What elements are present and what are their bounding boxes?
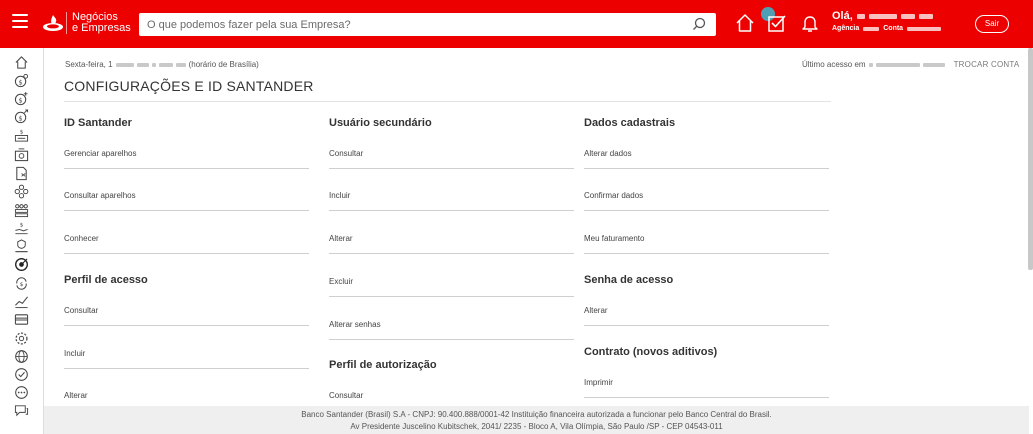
link-usuario-alterar[interactable]: Alterar [329, 234, 574, 254]
switch-account-link[interactable]: TROCAR CONTA [954, 60, 1020, 69]
brand-line-2: e Empresas [72, 22, 131, 34]
link-confirmar-dados[interactable]: Confirmar dados [584, 191, 829, 211]
timezone-label: (horário de Brasília) [188, 60, 259, 69]
date-line: Sexta-feira, 1 (horário de Brasília) [65, 60, 259, 69]
masked-name [856, 13, 865, 19]
link-usuario-incluir[interactable]: Incluir [329, 191, 574, 211]
santander-flame-icon[interactable] [42, 14, 64, 32]
cash-box-icon[interactable] [14, 147, 29, 162]
money-arrow-icon[interactable]: $ [14, 109, 29, 124]
main-content: Sexta-feira, 1 (horário de Brasília) Últ… [44, 48, 1029, 408]
masked-conta [907, 26, 942, 31]
section-title-senha-de-acesso: Senha de acesso [584, 274, 674, 286]
money-icon[interactable]: $ [14, 73, 29, 88]
footer-line-1: Banco Santander (Brasil) S.A - CNPJ: 90.… [301, 410, 772, 419]
title-divider [64, 101, 831, 102]
chat-icon[interactable] [14, 403, 29, 418]
masked-date [151, 62, 156, 67]
greeting-text: Olá, [832, 10, 853, 22]
page-scrollbar[interactable] [1028, 48, 1033, 270]
network-icon[interactable] [14, 184, 29, 199]
link-alterar-dados[interactable]: Alterar dados [584, 149, 829, 169]
link-meu-faturamento[interactable]: Meu faturamento [584, 234, 829, 254]
home-icon[interactable] [734, 12, 756, 34]
masked-date [115, 62, 134, 67]
masked-last-access [875, 62, 920, 67]
section-title-perfil-de-autorizacao: Perfil de autorização [329, 359, 437, 371]
sidebar: $ $ $ $ $ $ [0, 48, 44, 434]
hand-shield-icon[interactable] [14, 239, 29, 254]
search-box [139, 13, 716, 36]
brand-text: Negócios e Empresas [72, 12, 131, 34]
conta-label: Conta [883, 25, 904, 32]
document-icon[interactable] [14, 166, 29, 181]
svg-text:$: $ [18, 96, 22, 104]
section-title-perfil-de-acesso: Perfil de acesso [64, 274, 148, 286]
link-contrato-imprimir[interactable]: Imprimir [584, 378, 829, 398]
svg-text:$: $ [20, 223, 24, 229]
growth-icon[interactable] [14, 294, 29, 309]
money-plus-icon[interactable]: $ [14, 91, 29, 106]
masked-last-access [868, 62, 873, 67]
home-icon[interactable] [14, 55, 29, 70]
svg-text:$: $ [18, 78, 22, 86]
globe-icon[interactable] [14, 349, 29, 364]
svg-text:$: $ [18, 114, 22, 122]
footer: Banco Santander (Brasil) S.A - CNPJ: 90.… [44, 406, 1029, 434]
masked-agencia [863, 26, 880, 31]
settings-icon[interactable] [14, 331, 29, 346]
masked-name [918, 13, 933, 19]
date-prefix: Sexta-feira, 1 [65, 60, 113, 69]
section-title-usuario-secundario: Usuário secundário [329, 117, 432, 129]
masked-last-access [922, 62, 945, 67]
section-title-contrato: Contrato (novos aditivos) [584, 346, 718, 358]
cycle-icon[interactable]: $ [14, 276, 29, 291]
agencia-label: Agência [832, 25, 860, 32]
logout-button[interactable]: Sair [975, 15, 1009, 33]
page-title: CONFIGURAÇÕES E ID SANTANDER [64, 78, 314, 94]
check-circle-icon[interactable] [14, 367, 29, 382]
link-senha-alterar[interactable]: Alterar [584, 306, 829, 326]
section-title-id-santander: ID Santander [64, 117, 132, 129]
masked-name [900, 13, 915, 19]
top-header: Negócios e Empresas Olá, Agência Conta [0, 0, 1033, 48]
money-hand-icon[interactable]: $ [14, 221, 29, 236]
link-consultar-aparelhos[interactable]: Consultar aparelhos [64, 191, 309, 211]
target-icon[interactable] [14, 257, 29, 272]
section-title-dados-cadastrais: Dados cadastrais [584, 117, 676, 129]
link-usuario-alterar-senhas[interactable]: Alterar senhas [329, 320, 574, 340]
masked-date [136, 62, 149, 67]
masked-name [868, 13, 897, 19]
link-conhecer[interactable]: Conhecer [64, 234, 309, 254]
brand-divider [66, 12, 67, 34]
search-input[interactable] [139, 13, 679, 36]
masked-date [158, 62, 173, 67]
checklist-icon[interactable] [766, 12, 788, 34]
card-icon[interactable] [14, 312, 29, 327]
link-usuario-excluir[interactable]: Excluir [329, 277, 574, 297]
svg-text:$: $ [20, 130, 24, 136]
bell-icon[interactable] [799, 12, 821, 34]
link-perfil-acesso-consultar[interactable]: Consultar [64, 306, 309, 326]
link-gerenciar-aparelhos[interactable]: Gerenciar aparelhos [64, 149, 309, 169]
search-icon[interactable] [692, 17, 706, 31]
menu-icon[interactable] [12, 14, 28, 28]
user-greeting: Olá, Agência Conta [832, 10, 942, 32]
more-icon[interactable] [14, 385, 29, 400]
link-usuario-consultar[interactable]: Consultar [329, 149, 574, 169]
link-perfil-acesso-incluir[interactable]: Incluir [64, 349, 309, 369]
masked-date [175, 62, 186, 67]
last-access-label: Último acesso em [802, 60, 866, 69]
people-icon[interactable] [14, 203, 29, 218]
svg-text:$: $ [20, 282, 24, 288]
last-access: Último acesso em TROCAR CONTA [802, 60, 1019, 69]
money-transfer-icon[interactable]: $ [14, 128, 29, 143]
footer-line-2: Av Presidente Juscelino Kubitschek, 2041… [350, 422, 723, 431]
